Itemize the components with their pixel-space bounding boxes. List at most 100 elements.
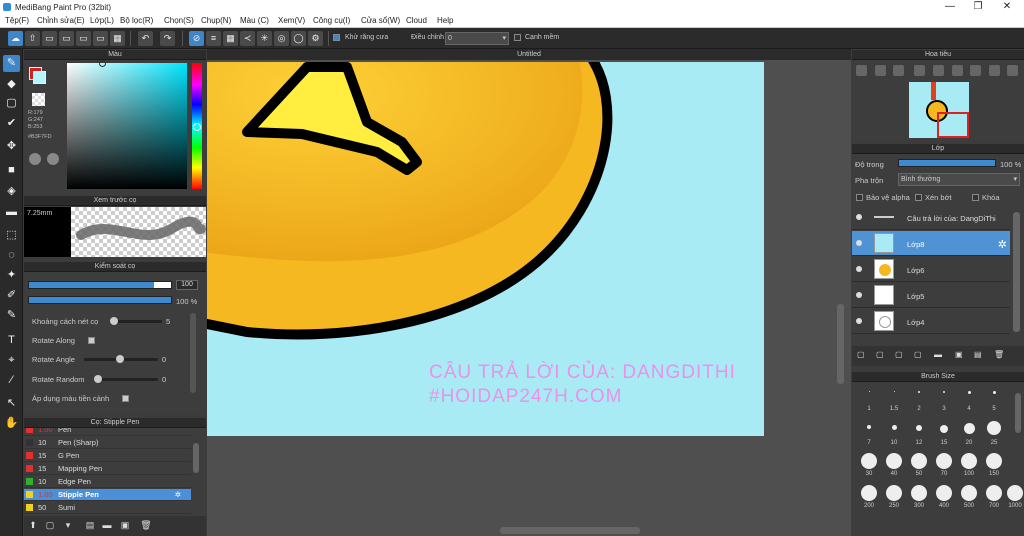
spacing-knob[interactable] bbox=[110, 317, 118, 325]
open-icon[interactable]: ⇧ bbox=[25, 31, 40, 46]
brush-item-pen[interactable]: 1.00 Pen bbox=[24, 428, 191, 436]
layer-row-lop5[interactable]: Lớp5 bbox=[852, 283, 1010, 308]
redo-icon[interactable]: ↷ bbox=[160, 31, 175, 46]
layer-opacity-slider[interactable] bbox=[898, 159, 996, 167]
brush-size-1000[interactable]: 1000 bbox=[1005, 485, 1024, 509]
clipping-checkbox[interactable] bbox=[915, 193, 922, 202]
snap-radial-icon[interactable]: ✳ bbox=[257, 31, 272, 46]
paste-icon[interactable]: ▦ bbox=[110, 31, 125, 46]
menu-view[interactable]: Xem(V) bbox=[278, 16, 305, 25]
undo-icon[interactable]: ↶ bbox=[138, 31, 153, 46]
drawing-canvas[interactable]: CÂU TRẢ LỜI CỦA: DANGDITHI #HOIDAP247H.C… bbox=[207, 62, 764, 436]
navigator-thumbnail[interactable] bbox=[909, 82, 969, 138]
brush-size-150[interactable]: 150 bbox=[980, 453, 1008, 477]
brush-size-1[interactable]: 1 bbox=[858, 391, 880, 412]
brush-item-pen-sharp[interactable]: 10 Pen (Sharp) bbox=[24, 437, 191, 449]
size-value[interactable]: 100 bbox=[176, 280, 198, 290]
saturation-value-picker[interactable] bbox=[67, 60, 187, 189]
brush-size-5[interactable]: 5 bbox=[983, 391, 1005, 412]
layer-row-text[interactable]: Câu trả lời của: DangDiThi bbox=[852, 205, 1010, 230]
eyedropper-icon[interactable]: ⁄ bbox=[3, 372, 20, 389]
snap-curve-icon[interactable]: ◯ bbox=[291, 31, 306, 46]
brush-size-30[interactable]: 30 bbox=[855, 453, 883, 477]
trash-icon[interactable]: 🗑 bbox=[140, 519, 152, 531]
halftone-layer-icon[interactable]: ▢ bbox=[914, 350, 922, 359]
soft-edge-checkbox[interactable] bbox=[514, 34, 521, 41]
snap-grid-icon[interactable]: ▦ bbox=[223, 31, 238, 46]
fill-tool-icon[interactable]: ◈ bbox=[3, 183, 20, 200]
brush-item-mapping-pen[interactable]: 15 Mapping Pen bbox=[24, 463, 191, 475]
brush-size-10[interactable]: 10 bbox=[883, 425, 905, 446]
adjust-select[interactable]: 0 ▾ bbox=[445, 32, 509, 45]
brush-size-3[interactable]: 3 bbox=[933, 391, 955, 412]
menu-window[interactable]: Cửa sổ(W) bbox=[361, 16, 400, 25]
maximize-button[interactable]: ❐ bbox=[968, 1, 988, 12]
eye-icon[interactable] bbox=[856, 292, 862, 298]
shape-tool-icon[interactable]: ■ bbox=[3, 162, 20, 179]
menu-layer[interactable]: Lớp(L) bbox=[90, 16, 114, 25]
antialias-checkbox[interactable] bbox=[333, 34, 340, 41]
brush-size-70[interactable]: 70 bbox=[930, 453, 958, 477]
menu-edit[interactable]: Chỉnh sửa(E) bbox=[37, 16, 85, 25]
brush-size-12[interactable]: 12 bbox=[908, 425, 930, 446]
brush-item-edge-pen[interactable]: 10 Edge Pen bbox=[24, 476, 191, 488]
new-layer-icon[interactable]: ▢ bbox=[857, 350, 865, 359]
brush-size-700[interactable]: 700 bbox=[980, 485, 1008, 509]
add-brush-icon[interactable]: ▢ bbox=[44, 519, 56, 531]
copy-icon[interactable]: ▭ bbox=[93, 31, 108, 46]
eye-icon[interactable] bbox=[856, 240, 862, 246]
rotate-along-checkbox[interactable] bbox=[88, 336, 95, 345]
menu-help[interactable]: Help bbox=[437, 16, 453, 25]
main-color[interactable] bbox=[33, 71, 46, 84]
text-tool-icon[interactable]: T bbox=[3, 332, 20, 349]
menu-color[interactable]: Màu (C) bbox=[240, 16, 269, 25]
snap-settings-icon[interactable]: ⚙ bbox=[308, 31, 323, 46]
hand-tool-icon[interactable]: ✋ bbox=[3, 415, 20, 432]
snap-off-icon[interactable]: ⊘ bbox=[189, 31, 204, 46]
chat-icon[interactable]: ▭ bbox=[59, 31, 74, 46]
palette-icon[interactable] bbox=[29, 153, 41, 165]
trash-icon[interactable]: 🗑 bbox=[994, 350, 1004, 359]
apply-fg-checkbox[interactable] bbox=[122, 394, 129, 403]
protect-alpha-checkbox[interactable] bbox=[856, 193, 863, 202]
brush-list-scrollbar[interactable] bbox=[193, 443, 199, 473]
eye-icon[interactable] bbox=[856, 266, 862, 272]
snap-circle-icon[interactable]: ◎ bbox=[274, 31, 289, 46]
new-layer-1bit-icon[interactable]: ▢ bbox=[895, 350, 903, 359]
color-picker-icon[interactable] bbox=[47, 153, 59, 165]
canvas-v-scrollbar[interactable] bbox=[837, 304, 844, 384]
brush-size-1.5[interactable]: 1.5 bbox=[883, 391, 905, 412]
zoom-in-icon[interactable] bbox=[856, 65, 867, 76]
select-pen-icon[interactable]: ✐ bbox=[3, 287, 20, 304]
snap-parallel-icon[interactable]: ≡ bbox=[206, 31, 221, 46]
canvas-tab[interactable]: Untitled bbox=[207, 49, 851, 60]
rotate-right-icon[interactable] bbox=[952, 65, 963, 76]
menu-filter[interactable]: Bộ lọc(R) bbox=[120, 16, 153, 25]
brush-size-500[interactable]: 500 bbox=[955, 485, 983, 509]
eye-icon[interactable] bbox=[856, 214, 862, 220]
divide-tool-icon[interactable]: ⌖ bbox=[3, 352, 20, 369]
layers-scrollbar[interactable] bbox=[1013, 212, 1020, 332]
operation-tool-icon[interactable]: ↖ bbox=[3, 395, 20, 412]
rotate-angle-knob[interactable] bbox=[116, 355, 124, 363]
actual-size-icon[interactable] bbox=[914, 65, 925, 76]
lasso-icon[interactable]: ◌ bbox=[3, 247, 20, 264]
brush-size-40[interactable]: 40 bbox=[880, 453, 908, 477]
minimize-button[interactable]: — bbox=[940, 1, 960, 12]
duplicate-layer-icon[interactable]: ▣ bbox=[955, 350, 963, 359]
merge-layer-icon[interactable]: ▤ bbox=[974, 350, 982, 359]
brush-control-scrollbar[interactable] bbox=[190, 313, 196, 393]
size-slider[interactable] bbox=[28, 281, 172, 289]
reset-icon[interactable] bbox=[989, 65, 1000, 76]
gradient-tool-icon[interactable]: ▬ bbox=[3, 204, 20, 221]
brush-size-scrollbar[interactable] bbox=[1015, 393, 1021, 433]
comment-icon[interactable]: ▭ bbox=[42, 31, 57, 46]
folder-layer-icon[interactable]: ▬ bbox=[934, 350, 942, 359]
fit-icon[interactable] bbox=[893, 65, 904, 76]
layer-row-lop8[interactable]: Lớp8 ✲ bbox=[852, 231, 1010, 256]
duplicate-icon[interactable]: ▣ bbox=[119, 519, 131, 531]
hue-slider[interactable] bbox=[192, 63, 202, 189]
rotate-random-knob[interactable] bbox=[94, 375, 102, 383]
brush-menu-icon[interactable]: ▾ bbox=[62, 519, 74, 531]
copy-brush-icon[interactable]: ▤ bbox=[84, 519, 96, 531]
